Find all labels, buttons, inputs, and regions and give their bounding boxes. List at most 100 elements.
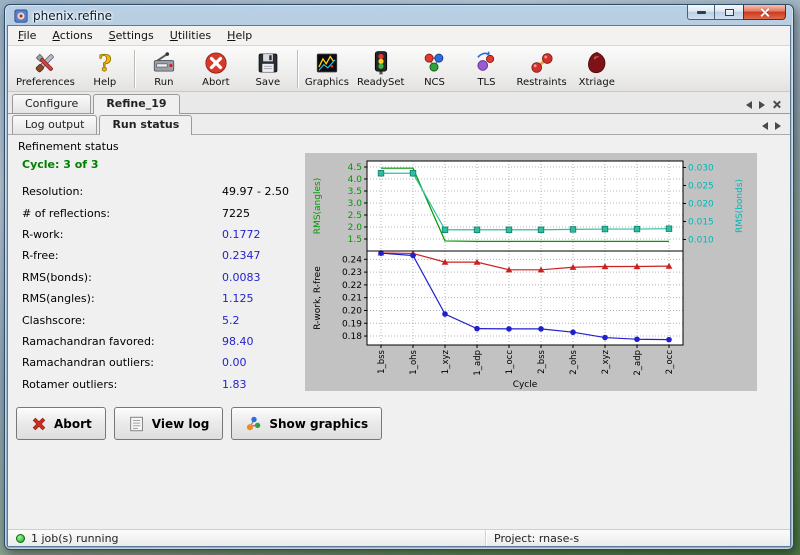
help-icon: ? <box>92 49 118 76</box>
view-log-button[interactable]: View log <box>114 407 224 440</box>
svg-text:RMS(bonds): RMS(bonds) <box>735 179 745 233</box>
subtab-run-status[interactable]: Run status <box>99 115 192 135</box>
toolbar-tls-button[interactable]: TLS <box>460 48 512 90</box>
menu-help[interactable]: Help <box>219 27 260 44</box>
toolbar-help-button[interactable]: ?Help <box>79 48 131 90</box>
stat-label: Ramachandran outliers: <box>22 356 222 369</box>
tab-refine-19[interactable]: Refine_19 <box>93 94 179 114</box>
stat-value: 0.00 <box>222 356 247 369</box>
run-icon <box>151 49 177 76</box>
subtab-scroll-left-icon[interactable] <box>762 122 768 130</box>
stat-row-ramachandran-outliers: Ramachandran outliers:0.00 <box>22 352 298 373</box>
stat-row-of-reflections: # of reflections:7225 <box>22 202 298 223</box>
svg-text:0.025: 0.025 <box>688 181 714 191</box>
svg-text:2.5: 2.5 <box>348 211 362 221</box>
stat-value: 5.2 <box>222 314 240 327</box>
svg-text:3.0: 3.0 <box>348 199 363 209</box>
stat-value: 49.97 - 2.50 <box>222 185 289 198</box>
title-bar[interactable]: phenix.refine <box>5 5 793 26</box>
minimize-button[interactable] <box>687 5 715 20</box>
toolbar-label: TLS <box>477 77 495 88</box>
client-area: FileActionsSettingsUtilitiesHelp Prefere… <box>8 26 790 546</box>
svg-text:0.22: 0.22 <box>342 281 362 291</box>
tab-configure[interactable]: Configure <box>12 94 91 113</box>
toolbar-label: Graphics <box>305 77 349 88</box>
menu-utilities[interactable]: Utilities <box>162 27 219 44</box>
stat-row-rotamer-outliers: Rotamer outliers:1.83 <box>22 374 298 395</box>
tab-scroll-right-icon[interactable] <box>759 101 765 109</box>
button-label: Show graphics <box>269 417 368 431</box>
svg-text:0.020: 0.020 <box>688 199 714 209</box>
tab-scroll-left-icon[interactable] <box>746 101 752 109</box>
show-graphics-button[interactable]: Show graphics <box>231 407 382 440</box>
close-button[interactable] <box>743 5 786 20</box>
toolbar-label: Restraints <box>516 77 566 88</box>
svg-text:0.18: 0.18 <box>342 332 362 342</box>
stat-label: R-work: <box>22 228 222 241</box>
ncs-icon <box>421 49 447 76</box>
menu-settings[interactable]: Settings <box>101 27 162 44</box>
stat-value: 0.0083 <box>222 271 261 284</box>
abort-x-icon <box>30 415 48 433</box>
stat-label: RMS(bonds): <box>22 271 222 284</box>
svg-text:1.5: 1.5 <box>348 235 362 245</box>
status-bar-project-cell: Project: rnase-s <box>486 532 579 545</box>
menu-bar: FileActionsSettingsUtilitiesHelp <box>8 26 790 46</box>
toolbar-separator <box>134 50 135 88</box>
stat-row-ramachandran-favored: Ramachandran favored:98.40 <box>22 331 298 352</box>
svg-text:0.21: 0.21 <box>342 294 362 304</box>
cycle-label: Cycle: 3 of 3 <box>22 158 99 171</box>
xtriage-icon <box>584 49 610 76</box>
menu-actions[interactable]: Actions <box>44 27 100 44</box>
svg-text:2_occ: 2_occ <box>665 350 675 375</box>
svg-text:0.20: 0.20 <box>342 306 362 316</box>
refinement-status-heading: Refinement status <box>18 140 119 153</box>
sub-tab-controls <box>762 122 786 134</box>
toolbar-preferences-button[interactable]: Preferences <box>12 48 79 90</box>
stat-row-clashscore: Clashscore:5.2 <box>22 309 298 330</box>
view-log-icon <box>128 415 146 433</box>
svg-text:1_xyz: 1_xyz <box>441 349 451 374</box>
menu-file[interactable]: File <box>10 27 44 44</box>
svg-text:?: ? <box>98 51 111 76</box>
subtab-log-output[interactable]: Log output <box>12 115 97 134</box>
abort-button[interactable]: Abort <box>16 407 106 440</box>
svg-text:4.0: 4.0 <box>348 175 363 185</box>
toolbar: Preferences?HelpRunAbortSave Graphics Read… <box>8 46 790 92</box>
toolbar-restraints-button[interactable]: Restraints <box>512 48 570 90</box>
toolbar-run-button[interactable]: Run <box>138 48 190 90</box>
stat-row-rms-bonds: RMS(bonds):0.0083 <box>22 267 298 288</box>
stat-row-resolution: Resolution:49.97 - 2.50 <box>22 181 298 202</box>
svg-text:0.015: 0.015 <box>688 217 714 227</box>
svg-text:0.23: 0.23 <box>342 268 362 278</box>
toolbar-readyset-button[interactable]: ReadySet <box>353 48 408 90</box>
maximize-button[interactable] <box>715 5 743 20</box>
stat-label: Rotamer outliers: <box>22 378 222 391</box>
save-icon <box>255 49 281 76</box>
toolbar-xtriage-button[interactable]: Xtriage <box>571 48 623 90</box>
tab-close-icon[interactable] <box>772 100 781 109</box>
project-name-text: Project: rnase-s <box>494 532 579 545</box>
job-running-indicator <box>16 534 25 543</box>
toolbar-save-button[interactable]: Save <box>242 48 294 90</box>
stat-row-rms-angles: RMS(angles):1.125 <box>22 288 298 309</box>
app-icon <box>14 9 28 23</box>
svg-text:Cycle: Cycle <box>513 380 538 390</box>
toolbar-graphics-button[interactable]: Graphics <box>301 48 353 90</box>
jobs-running-text: 1 job(s) running <box>31 532 119 545</box>
minimize-icon <box>697 11 706 14</box>
run-status-panel: Refinement status Cycle: 3 of 3 Resoluti… <box>8 135 790 529</box>
toolbar-label: ReadySet <box>357 77 404 88</box>
svg-text:2.0: 2.0 <box>348 223 363 233</box>
toolbar-ncs-button[interactable]: NCS <box>408 48 460 90</box>
stat-row-r-work: R-work:0.1772 <box>22 224 298 245</box>
sub-tabs: Log outputRun status <box>12 114 194 134</box>
close-icon <box>759 7 770 18</box>
stat-value: 0.1772 <box>222 228 261 241</box>
subtab-scroll-right-icon[interactable] <box>775 122 781 130</box>
show-graphics-icon <box>245 415 263 433</box>
caption-buttons <box>687 5 786 20</box>
stat-label: Ramachandran favored: <box>22 335 222 348</box>
toolbar-abort-button[interactable]: Abort <box>190 48 242 90</box>
app-window: phenix.refine FileActionsSettingsUtiliti… <box>4 4 794 550</box>
